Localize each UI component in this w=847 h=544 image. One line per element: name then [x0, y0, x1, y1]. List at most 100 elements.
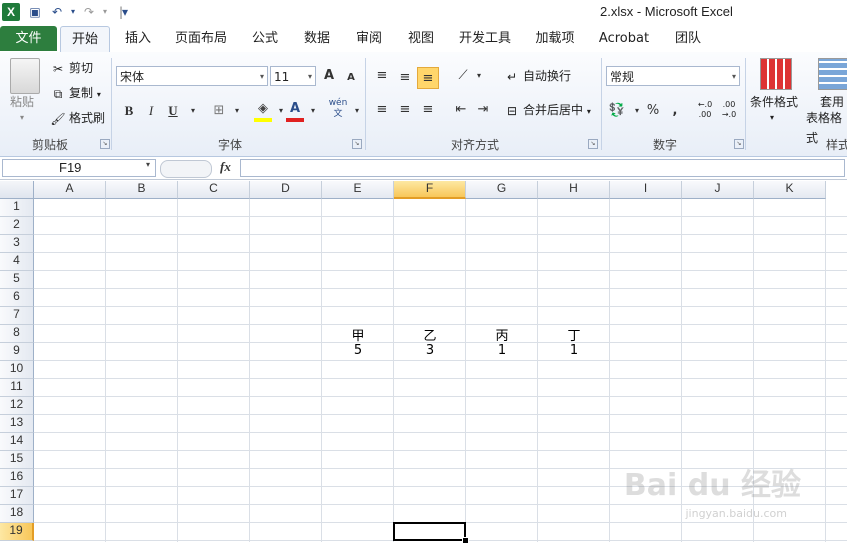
name-box-dropdown-icon[interactable]: ▾ — [146, 160, 150, 169]
conditional-dropdown-icon[interactable]: ▾ — [770, 108, 774, 128]
select-all-corner[interactable] — [0, 181, 34, 199]
wrap-text-button[interactable]: ↵ 自动换行 — [504, 66, 571, 86]
grow-font-button[interactable]: A — [318, 65, 340, 87]
column-header-c[interactable]: C — [178, 181, 250, 199]
font-size-select[interactable]: 11 ▾ — [270, 66, 316, 86]
tab-data[interactable]: 数据 — [296, 26, 338, 51]
column-header-b[interactable]: B — [106, 181, 178, 199]
format-as-table-label-2[interactable]: 表格格式 — [806, 108, 847, 145]
active-cell-f19[interactable] — [393, 522, 466, 541]
cell-f8[interactable]: 乙 — [394, 325, 466, 344]
row-header-18[interactable]: 18 — [0, 505, 34, 523]
row-header-16[interactable]: 16 — [0, 469, 34, 487]
tab-review[interactable]: 审阅 — [348, 26, 390, 51]
tab-home[interactable]: 开始 — [60, 26, 110, 53]
decrease-indent-icon[interactable]: ⇤ — [450, 99, 472, 121]
merge-center-button[interactable]: ⊟ 合并后居中 ▾ — [504, 100, 591, 120]
align-bottom-icon[interactable]: ≡ — [417, 67, 439, 89]
row-header-3[interactable]: 3 — [0, 235, 34, 253]
row-header-4[interactable]: 4 — [0, 253, 34, 271]
column-header-j[interactable]: J — [682, 181, 754, 199]
column-header-f[interactable]: F — [394, 181, 466, 199]
underline-button[interactable]: U — [162, 100, 184, 122]
cell-e8[interactable]: 甲 — [322, 325, 394, 344]
cut-button[interactable]: ✂ 剪切 — [50, 58, 93, 78]
tab-page-layout[interactable]: 页面布局 — [168, 26, 234, 51]
cell-h9[interactable]: 1 — [538, 343, 610, 361]
fill-handle[interactable] — [462, 537, 469, 544]
tab-formulas[interactable]: 公式 — [244, 26, 286, 51]
font-name-select[interactable]: 宋体 ▾ — [116, 66, 268, 86]
insert-function-button[interactable]: fx — [220, 159, 231, 175]
cell-e9[interactable]: 5 — [322, 343, 394, 361]
tab-team[interactable]: 团队 — [668, 26, 708, 51]
save-icon[interactable]: ▣ — [26, 3, 44, 21]
row-header-7[interactable]: 7 — [0, 307, 34, 325]
row-header-14[interactable]: 14 — [0, 433, 34, 451]
tab-insert[interactable]: 插入 — [116, 26, 160, 51]
row-header-5[interactable]: 5 — [0, 271, 34, 289]
tab-developer[interactable]: 开发工具 — [452, 26, 518, 51]
row-header-8[interactable]: 8 — [0, 325, 34, 343]
borders-dropdown-icon[interactable]: ▾ — [226, 100, 248, 122]
conditional-formatting-icon[interactable] — [760, 58, 792, 90]
row-header-2[interactable]: 2 — [0, 217, 34, 235]
percent-button[interactable]: % — [642, 100, 664, 122]
row-header-1[interactable]: 1 — [0, 199, 34, 217]
row-header-6[interactable]: 6 — [0, 289, 34, 307]
font-launcher-icon[interactable]: ↘ — [352, 139, 362, 149]
row-header-12[interactable]: 12 — [0, 397, 34, 415]
cell-h8[interactable]: 丁 — [538, 325, 610, 344]
column-header-e[interactable]: E — [322, 181, 394, 199]
align-right-icon[interactable]: ≡ — [417, 99, 439, 121]
orientation-dropdown-icon[interactable]: ▾ — [468, 65, 490, 87]
format-as-table-icon[interactable] — [818, 58, 847, 90]
number-launcher-icon[interactable]: ↘ — [734, 139, 744, 149]
align-middle-icon[interactable]: ≡ — [394, 67, 416, 89]
number-format-select[interactable]: 常规 ▾ — [606, 66, 740, 86]
column-header-k[interactable]: K — [754, 181, 826, 199]
column-header-d[interactable]: D — [250, 181, 322, 199]
italic-button[interactable]: I — [140, 100, 162, 122]
row-header-9[interactable]: 9 — [0, 343, 34, 361]
name-box[interactable]: F19 — [2, 159, 156, 177]
column-header-a[interactable]: A — [34, 181, 106, 199]
tab-acrobat[interactable]: Acrobat — [594, 26, 654, 51]
column-header-h[interactable]: H — [538, 181, 610, 199]
decrease-decimal-button[interactable]: .00 →.0 — [718, 100, 740, 122]
row-header-10[interactable]: 10 — [0, 361, 34, 379]
column-header-g[interactable]: G — [466, 181, 538, 199]
paste-icon[interactable] — [10, 58, 40, 94]
underline-dropdown-icon[interactable]: ▾ — [182, 100, 204, 122]
tab-addins[interactable]: 加载项 — [528, 26, 582, 51]
increase-indent-icon[interactable]: ⇥ — [472, 99, 494, 121]
copy-button[interactable]: ⧉ 复制 ▾ — [50, 83, 101, 103]
cell-g8[interactable]: 丙 — [466, 325, 538, 344]
row-header-17[interactable]: 17 — [0, 487, 34, 505]
customize-qat-icon[interactable]: ▾ — [116, 3, 134, 21]
tab-view[interactable]: 视图 — [400, 26, 442, 51]
currency-icon[interactable]: 💱 — [606, 100, 628, 122]
align-center-icon[interactable]: ≡ — [394, 99, 416, 121]
paste-dropdown-icon[interactable]: ▾ — [20, 108, 24, 128]
row-header-11[interactable]: 11 — [0, 379, 34, 397]
increase-decimal-button[interactable]: ←.0 .00 — [694, 100, 716, 122]
tab-file[interactable]: 文件 — [0, 26, 57, 51]
row-header-19[interactable]: 19 — [0, 523, 34, 541]
align-top-icon[interactable]: ≡ — [371, 65, 393, 87]
cell-f9[interactable]: 3 — [394, 343, 466, 361]
excel-app-icon[interactable]: X — [2, 3, 20, 21]
row-header-13[interactable]: 13 — [0, 415, 34, 433]
format-painter-button[interactable]: 🖌 格式刷 — [50, 108, 105, 128]
font-color-dropdown-icon[interactable]: ▾ — [302, 100, 324, 122]
formula-input[interactable] — [240, 159, 845, 177]
row-header-15[interactable]: 15 — [0, 451, 34, 469]
clipboard-launcher-icon[interactable]: ↘ — [100, 139, 110, 149]
align-left-icon[interactable]: ≡ — [371, 99, 393, 121]
shrink-font-button[interactable]: A — [340, 67, 362, 89]
bold-button[interactable]: B — [118, 100, 140, 122]
formula-bar-splitter[interactable] — [160, 160, 212, 178]
comma-button[interactable]: , — [664, 100, 686, 122]
column-header-i[interactable]: I — [610, 181, 682, 199]
alignment-launcher-icon[interactable]: ↘ — [588, 139, 598, 149]
